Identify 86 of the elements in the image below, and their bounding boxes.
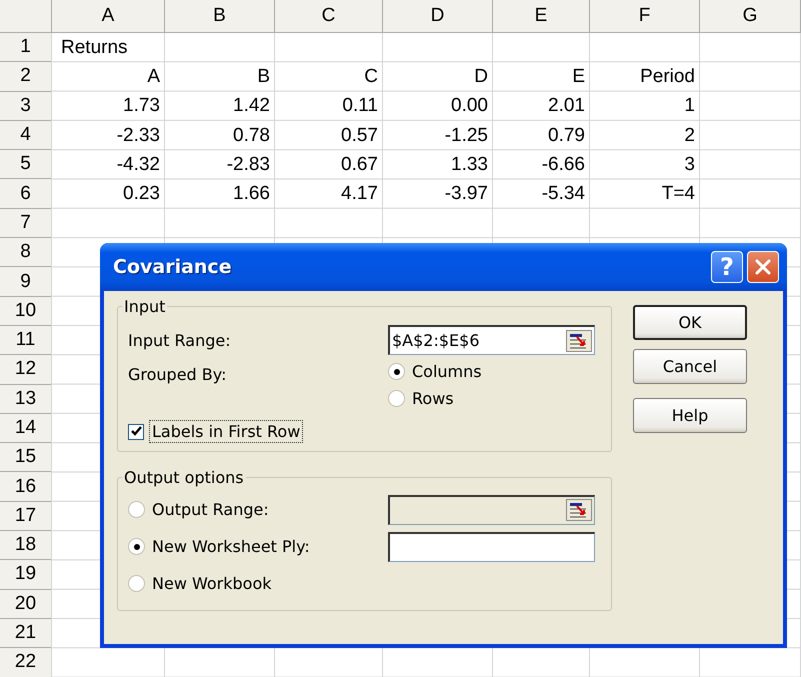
table-cell-text: -5.34 [540, 182, 586, 206]
row-header[interactable]: 21 [0, 618, 52, 648]
dialog-button[interactable]: OK [633, 305, 747, 340]
row-header[interactable]: 5 [0, 150, 52, 180]
radio-button[interactable] [128, 575, 145, 592]
radio-button[interactable] [388, 390, 405, 407]
radio-button[interactable] [388, 363, 405, 380]
table-cell-text: 0.57 [340, 124, 379, 148]
row-header[interactable]: 7 [0, 208, 52, 238]
column-header[interactable]: F [590, 0, 700, 33]
radio-button[interactable] [128, 501, 145, 518]
table-cell-text: 1.42 [232, 94, 271, 118]
row-header[interactable]: 20 [0, 590, 52, 619]
field-label: Input Range: [128, 330, 232, 350]
row-header[interactable]: 15 [0, 443, 52, 472]
table-cell-text: 2.01 [547, 94, 586, 118]
table-cell-text: Period [639, 64, 696, 89]
table-cell-text: 1.66 [232, 182, 271, 206]
row-header[interactable]: 1 [0, 33, 52, 62]
table-cell-text: 0.11 [341, 94, 379, 118]
table-cell-text: -2.83 [226, 152, 271, 177]
row-header[interactable]: 3 [0, 92, 52, 121]
table-cell-text: 0.78 [232, 124, 271, 148]
option-label[interactable]: Rows [412, 389, 454, 408]
table-cell-text: 1.73 [122, 94, 161, 118]
table-cell-text: -6.66 [540, 152, 586, 177]
table-cell-text: 4.17 [340, 182, 379, 206]
input-field[interactable] [388, 532, 595, 562]
table-cell-text: B [256, 64, 271, 89]
column-header[interactable]: B [165, 0, 275, 33]
column-header[interactable]: C [275, 0, 383, 33]
option-label[interactable]: Output Range: [152, 500, 269, 519]
table-cell-text: Returns [60, 36, 129, 60]
row-header[interactable]: 11 [0, 326, 52, 356]
row-header[interactable]: 4 [0, 120, 52, 150]
field-label: Grouped By: [128, 364, 228, 384]
row-header[interactable]: 2 [0, 62, 52, 92]
column-header[interactable]: G [700, 0, 801, 33]
row-header[interactable]: 8 [0, 238, 52, 268]
table-cell-text: 2 [683, 124, 696, 148]
checkbox[interactable] [128, 424, 144, 440]
table-cell-text: 1 [683, 94, 696, 118]
table-cell-text: -4.32 [116, 152, 161, 177]
row-header[interactable]: 22 [0, 648, 52, 677]
input-range-field[interactable]: $A$2:$E$6 [388, 325, 595, 355]
column-header[interactable]: E [493, 0, 590, 33]
row-header[interactable]: 12 [0, 355, 52, 385]
table-cell-text: -3.97 [444, 182, 489, 206]
group-label: Input [123, 297, 166, 316]
table-cell-text: E [571, 64, 586, 89]
table-cell-text: D [473, 64, 489, 89]
dialog-button[interactable]: Cancel [633, 349, 747, 384]
table-cell-text: 3 [683, 152, 696, 177]
range-picker-icon[interactable] [566, 330, 592, 352]
close-icon [754, 258, 772, 276]
table-cell-text: A [146, 64, 161, 89]
table-cell-text: 0.23 [122, 182, 161, 206]
table-cell-text: 0.79 [547, 124, 586, 148]
row-header[interactable]: 17 [0, 502, 52, 532]
table-cell-text: -1.25 [444, 124, 489, 148]
help-button[interactable]: ? [711, 251, 743, 283]
option-label[interactable]: Columns [412, 362, 482, 381]
dialog-button[interactable]: Help [633, 398, 747, 433]
table-cell-text: C [363, 64, 379, 89]
table-cell-text: 0.00 [450, 94, 489, 118]
row-header[interactable]: 10 [0, 296, 52, 326]
table-cell-text: 0.67 [340, 152, 379, 177]
row-header[interactable]: 18 [0, 531, 52, 560]
row-header[interactable]: 13 [0, 384, 52, 414]
row-header[interactable]: 14 [0, 414, 52, 444]
radio-button[interactable] [128, 538, 145, 555]
close-button[interactable] [747, 251, 779, 283]
option-label[interactable]: New Workbook [152, 574, 272, 593]
column-header[interactable]: D [383, 0, 493, 33]
window-title: Covariance [113, 256, 233, 278]
row-header[interactable]: 19 [0, 560, 52, 590]
row-header[interactable]: 9 [0, 267, 52, 297]
option-label[interactable]: New Worksheet Ply: [152, 537, 310, 556]
group-label: Output options [123, 468, 245, 487]
column-header[interactable]: A [52, 0, 165, 33]
row-header[interactable]: 6 [0, 179, 52, 209]
table-cell-text: T=4 [660, 182, 696, 206]
row-header[interactable]: 16 [0, 472, 52, 502]
checkbox-label[interactable]: Labels in First Row [149, 420, 304, 443]
table-cell-text: 1.33 [450, 152, 489, 177]
table-cell-text: -2.33 [116, 124, 161, 148]
